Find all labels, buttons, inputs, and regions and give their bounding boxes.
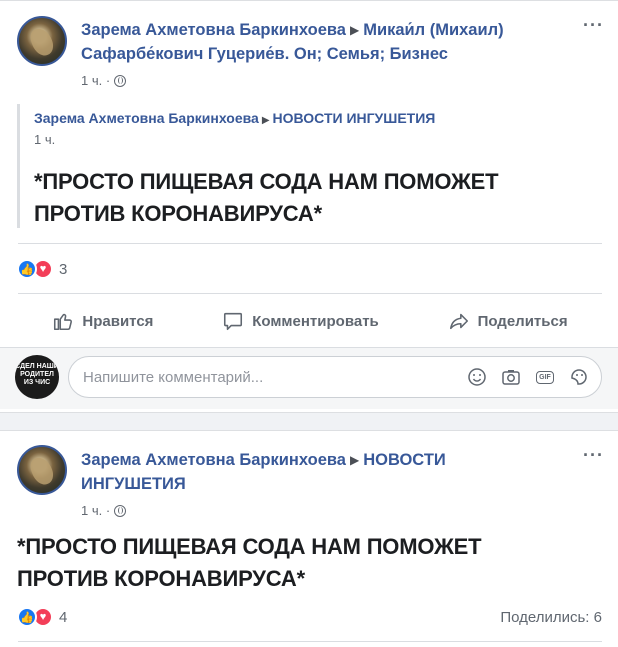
more-options-icon[interactable]: ···: [583, 445, 604, 466]
divider: [18, 243, 602, 244]
comment-label: Комментировать: [252, 312, 379, 330]
shared-post-header: Зарема Ахметовна Баркинхоева ▶ НОВОСТИ ИНГ…: [34, 110, 435, 126]
more-options-icon[interactable]: ···: [583, 15, 604, 36]
arrow-icon: ▶: [261, 115, 270, 126]
divider: [18, 641, 602, 642]
shared-author-link[interactable]: Зарема Ахметовна Баркинхоева: [34, 110, 259, 126]
like-button[interactable]: Нравится: [52, 310, 153, 332]
reaction-count: 3: [59, 260, 68, 278]
comment-icon: [224, 312, 243, 331]
arrow-icon: ▶: [349, 453, 360, 467]
globe-icon: [114, 504, 127, 517]
target-link[interactable]: ИНГУШЕТИЯ: [81, 475, 186, 493]
arrow-icon: ▶: [349, 23, 360, 37]
post-text-line: *ПРОСТО ПИЩЕВАЯ СОДА НАМ ПОМОЖЕТ: [17, 534, 482, 559]
emoji-icon[interactable]: [467, 367, 487, 387]
post-time[interactable]: 1 ч. ·: [81, 73, 110, 88]
reactions-summary[interactable]: 👍 ♥ 4: [17, 607, 67, 627]
author-link[interactable]: Зарема Ахметовна Баркинхоева: [81, 451, 346, 469]
author-avatar[interactable]: [17, 16, 67, 66]
gif-icon[interactable]: GIF: [535, 367, 555, 387]
camera-icon[interactable]: [501, 367, 521, 387]
globe-icon: [114, 74, 127, 87]
comment-tools: GIF: [467, 367, 601, 387]
post-header: Зарема Ахметовна Баркинхоева ▶ НОВОСТИ ИНГ…: [81, 449, 521, 496]
post-text: *ПРОСТО ПИЩЕВАЯ СОДА НАМ ПОМОЖЕТ ПРОТИВ …: [34, 166, 499, 230]
author-link[interactable]: Зарема Ахметовна Баркинхоева: [81, 21, 346, 39]
comment-placeholder: Напишите комментарий...: [83, 368, 264, 386]
target-link[interactable]: НОВОСТИ: [363, 451, 446, 469]
commenter-avatar[interactable]: СДЕЛ НАШИ РОДИТЕЛ ИЗ ЧИС: [15, 355, 59, 399]
thumbs-up-icon: [54, 313, 73, 331]
action-bar: Нравится Комментировать Поделиться: [18, 303, 602, 339]
divider: [18, 293, 602, 294]
feed-gap: [0, 413, 618, 430]
post-card: Зарема Ахметовна Баркинхоева ▶ Микаи́л (Ми…: [0, 0, 618, 413]
comment-composer: СДЕЛ НАШИ РОДИТЕЛ ИЗ ЧИС Напишите коммен…: [0, 347, 618, 409]
post-meta: 1 ч. ·: [81, 503, 127, 518]
post-header: Зарема Ахметовна Баркинхоева ▶ Микаи́л (Ми…: [81, 19, 551, 66]
post-text-line: ПРОТИВ КОРОНАВИРУСА*: [34, 201, 322, 226]
comment-input[interactable]: Напишите комментарий... GIF: [68, 356, 602, 398]
post-text: *ПРОСТО ПИЩЕВАЯ СОДА НАМ ПОМОЖЕТ ПРОТИВ …: [17, 531, 482, 595]
shared-target-link[interactable]: НОВОСТИ ИНГУШЕТИЯ: [273, 110, 436, 126]
post-time[interactable]: 1 ч. ·: [81, 503, 110, 518]
comment-button[interactable]: Комментировать: [222, 310, 379, 332]
sticker-icon[interactable]: [569, 367, 589, 387]
like-reaction-icon: 👍: [17, 259, 37, 279]
share-icon: [449, 313, 468, 330]
shared-post-time[interactable]: 1 ч.: [34, 132, 55, 147]
shares-count[interactable]: Поделились: 6: [500, 609, 602, 626]
like-reaction-icon: 👍: [17, 607, 37, 627]
post-meta: 1 ч. ·: [81, 73, 127, 88]
share-button[interactable]: Поделиться: [448, 310, 568, 332]
author-avatar[interactable]: [17, 445, 67, 495]
post-card: Зарема Ахметовна Баркинхоева ▶ НОВОСТИ ИНГ…: [0, 430, 618, 647]
reaction-count: 4: [59, 608, 68, 626]
share-label: Поделиться: [477, 312, 568, 330]
reactions-summary[interactable]: 👍 ♥ 3: [17, 259, 67, 279]
post-text-line: *ПРОСТО ПИЩЕВАЯ СОДА НАМ ПОМОЖЕТ: [34, 169, 499, 194]
quote-bar: [17, 104, 20, 228]
post-text-line: ПРОТИВ КОРОНАВИРУСА*: [17, 566, 305, 591]
like-label: Нравится: [82, 312, 154, 330]
